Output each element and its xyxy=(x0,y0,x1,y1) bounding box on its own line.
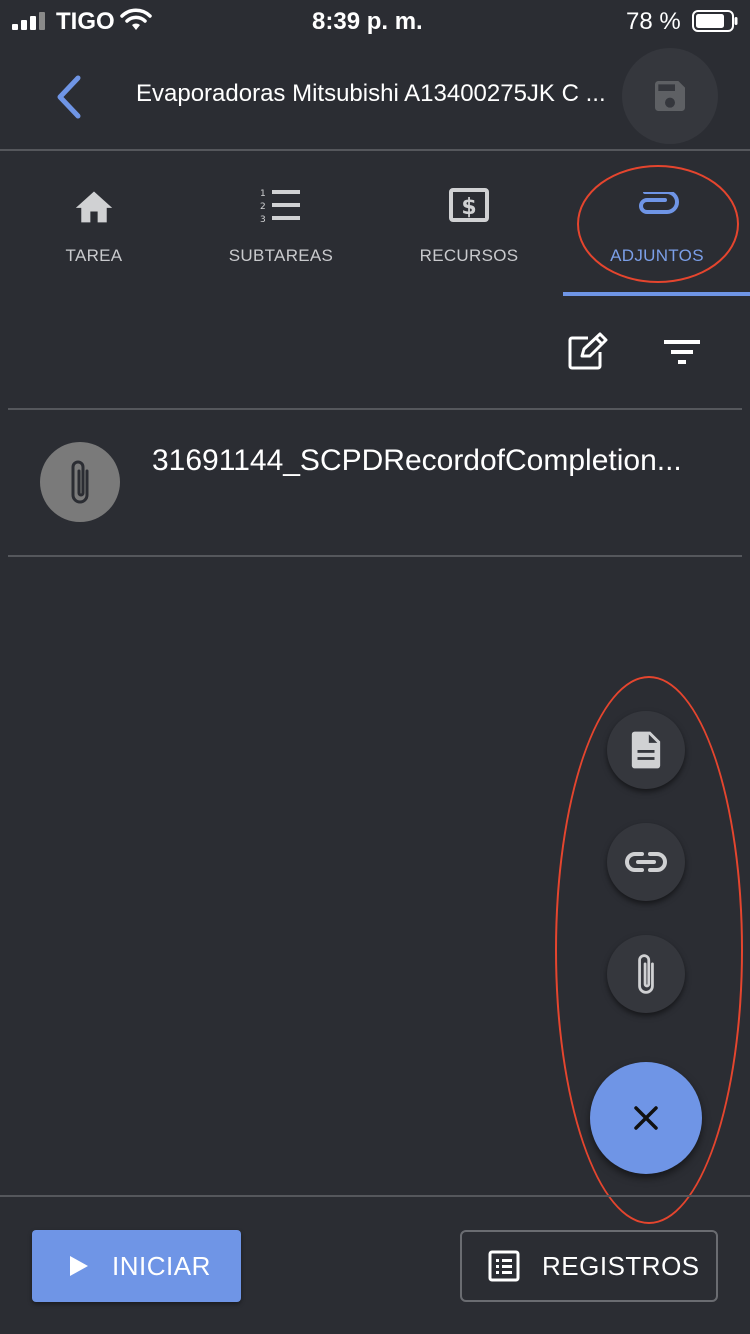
start-button[interactable]: INICIAR xyxy=(32,1230,241,1302)
filter-button[interactable] xyxy=(654,324,710,380)
tab-subtareas[interactable]: 1 2 3 SUBTAREAS xyxy=(187,152,375,298)
tab-recursos[interactable]: $ RECURSOS xyxy=(375,152,563,298)
tab-adjuntos[interactable]: ADJUNTOS xyxy=(563,152,750,298)
svg-text:1: 1 xyxy=(260,189,266,199)
filter-icon xyxy=(664,340,700,364)
close-icon xyxy=(634,1106,658,1130)
paperclip-icon xyxy=(639,192,679,214)
tab-label: ADJUNTOS xyxy=(610,246,704,265)
close-fab-button[interactable] xyxy=(590,1062,702,1174)
link-icon xyxy=(625,852,667,872)
edit-icon xyxy=(568,332,608,370)
divider xyxy=(0,1195,750,1197)
start-button-label: INICIAR xyxy=(112,1250,211,1281)
dollar-box-icon: $ xyxy=(449,188,489,222)
status-bar: TIGO 8:39 p. m. 78 % xyxy=(0,0,750,44)
svg-text:$: $ xyxy=(461,195,476,220)
tab-tarea[interactable]: TAREA xyxy=(0,152,188,298)
active-tab-indicator xyxy=(563,292,750,296)
signal-icon xyxy=(12,12,48,30)
avatar xyxy=(40,442,120,522)
records-button[interactable]: REGISTROS xyxy=(460,1230,718,1302)
battery-icon xyxy=(692,10,738,32)
edit-button[interactable] xyxy=(560,324,616,380)
paperclip-icon xyxy=(71,460,89,504)
numbered-list-icon: 1 2 3 xyxy=(260,189,300,225)
list-item[interactable]: 31691144_SCPDRecordofCompletion... xyxy=(8,410,742,556)
tab-label: RECURSOS xyxy=(419,246,519,265)
wifi-icon xyxy=(120,8,152,30)
document-icon xyxy=(631,731,661,769)
tab-label: TAREA xyxy=(65,246,123,265)
tab-bar: TAREA 1 2 3 SUBTAREAS $ RECURSOS ADJUNTO… xyxy=(0,152,750,298)
attachment-name: 31691144_SCPDRecordofCompletion... xyxy=(152,444,682,477)
save-button[interactable] xyxy=(622,48,718,144)
floppy-disk-icon xyxy=(655,81,685,111)
header: Evaporadoras Mitsubishi A13400275JK C ..… xyxy=(0,44,750,151)
carrier-name: TIGO xyxy=(56,8,115,35)
svg-text:3: 3 xyxy=(260,215,266,225)
list-box-icon xyxy=(488,1250,520,1282)
home-icon xyxy=(75,191,113,223)
paperclip-icon xyxy=(638,954,654,994)
add-attachment-button[interactable] xyxy=(607,935,685,1013)
records-button-label: REGISTROS xyxy=(542,1250,700,1281)
svg-text:2: 2 xyxy=(260,202,266,212)
chevron-left-icon[interactable] xyxy=(48,72,88,122)
battery-percentage: 78 % xyxy=(626,8,681,35)
play-icon xyxy=(70,1256,88,1276)
page-title: Evaporadoras Mitsubishi A13400275JK C ..… xyxy=(136,80,606,107)
divider xyxy=(8,555,742,557)
add-document-button[interactable] xyxy=(607,711,685,789)
clock: 8:39 p. m. xyxy=(312,8,423,35)
add-link-button[interactable] xyxy=(607,823,685,901)
tab-label: SUBTAREAS xyxy=(228,246,334,265)
